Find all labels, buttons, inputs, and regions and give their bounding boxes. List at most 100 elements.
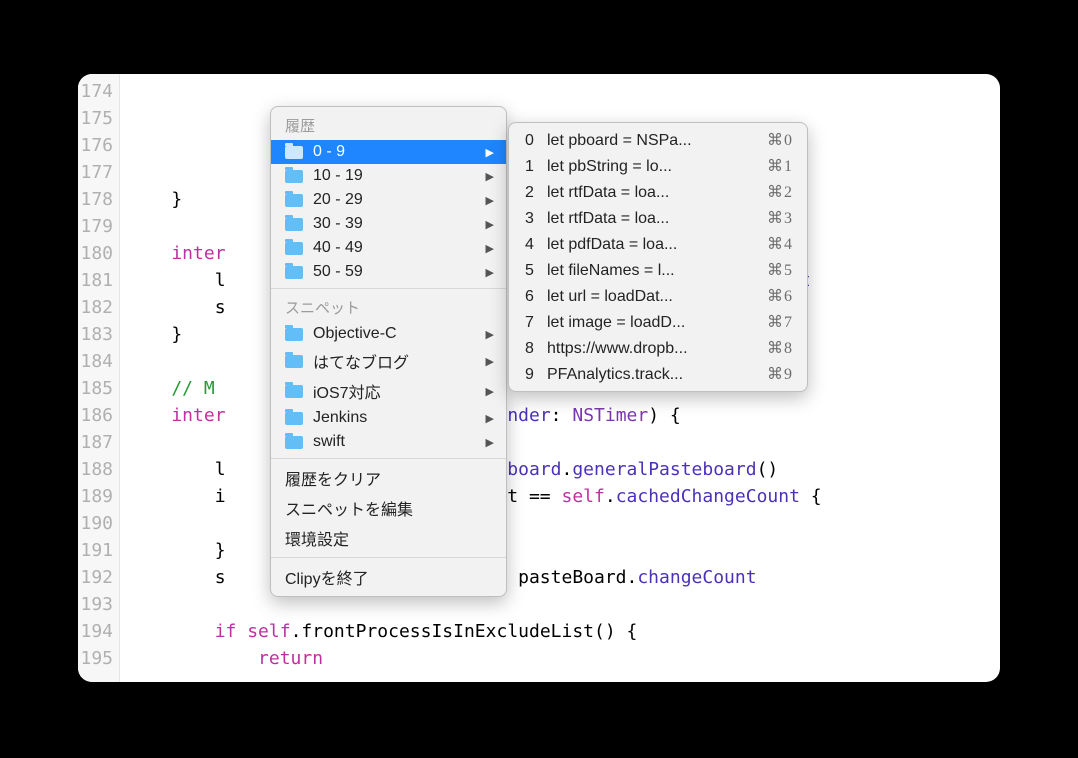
line-number: 177 [78,159,113,186]
chevron-right-icon: ▶ [486,355,494,368]
line-number: 178 [78,186,113,213]
menu-item-label: 10 - 19 [313,167,470,185]
menu-snippet-folder[interactable]: swift ▶ [271,430,506,454]
chevron-right-icon: ▶ [486,266,494,279]
folder-icon [285,170,303,183]
menu-item-label: 0 - 9 [313,143,470,161]
submenu-item[interactable]: 9 PFAnalytics.track... ⌘9 [509,361,807,387]
menu-separator [271,288,506,289]
submenu-index: 9 [525,366,539,384]
menu-snippet-folder[interactable]: iOS7対応 ▶ [271,376,506,406]
menu-separator [271,557,506,558]
line-number: 183 [78,321,113,348]
submenu-text: let url = loadDat... [547,288,759,306]
submenu-shortcut: ⌘8 [767,338,793,358]
menu-history-range[interactable]: 10 - 19 ▶ [271,164,506,188]
line-number: 190 [78,510,113,537]
submenu-item[interactable]: 7let image = loadD...⌘7 [509,309,807,335]
chevron-right-icon: ▶ [486,328,494,341]
folder-icon [285,242,303,255]
submenu-text: let pbString = lo... [547,158,759,176]
menu-history-range[interactable]: 30 - 39▶ [271,212,506,236]
menu-item-label: 30 - 39 [313,215,470,233]
submenu-index: 5 [525,262,539,280]
submenu-item[interactable]: 4 let pdfData = loa... ⌘4 [509,231,807,257]
menu-section-history: 履歴 [271,111,506,140]
submenu-item[interactable]: 6let url = loadDat...⌘6 [509,283,807,309]
submenu-item[interactable]: 0let pboard = NSPa...⌘0 [509,127,807,153]
menu-edit-snippets[interactable]: スニペットを編集 [271,493,506,523]
submenu-text: let rtfData = loa... [547,184,759,202]
submenu-shortcut: ⌘4 [767,234,793,254]
submenu-index: 7 [525,314,539,332]
line-number: 179 [78,213,113,240]
submenu-text: let rtfData = loa... [547,210,759,228]
editor-window: 1741751761771781791801811821831841851861… [78,74,1000,682]
folder-icon [285,266,303,279]
menu-snippet-folder[interactable]: はてなブログ ▶ [271,346,506,376]
submenu-item[interactable]: 3let rtfData = loa...⌘3 [509,205,807,231]
clipy-menu: 履歴 0 - 9▶10 - 19▶20 - 29▶30 - 39▶40 - 49… [270,106,507,597]
submenu-shortcut: ⌘5 [767,260,793,280]
submenu-item[interactable]: 5 let fileNames = l... ⌘5 [509,257,807,283]
line-number: 181 [78,267,113,294]
line-number: 187 [78,429,113,456]
line-number: 188 [78,456,113,483]
menu-section-snippets: スニペット [271,293,506,322]
submenu-shortcut: ⌘2 [767,182,793,202]
line-number: 185 [78,375,113,402]
menu-item-label: 20 - 29 [313,191,470,209]
chevron-right-icon: ▶ [486,242,494,255]
line-number: 175 [78,105,113,132]
submenu-item[interactable]: 8 https://www.dropb... ⌘8 [509,335,807,361]
menu-quit[interactable]: Clipyを終了 [271,562,506,592]
folder-icon [285,194,303,207]
chevron-right-icon: ▶ [486,194,494,207]
submenu-shortcut: ⌘1 [767,156,793,176]
menu-item-label: swift [313,433,470,451]
submenu-index: 4 [525,236,539,254]
chevron-right-icon: ▶ [486,170,494,183]
menu-item-label: はてなブログ [313,349,470,373]
menu-history-range[interactable]: 40 - 49 ▶ [271,236,506,260]
line-number: 186 [78,402,113,429]
submenu-index: 1 [525,158,539,176]
menu-history-range[interactable]: 20 - 29 ▶ [271,188,506,212]
line-number: 189 [78,483,113,510]
folder-icon [285,146,303,159]
line-number: 184 [78,348,113,375]
folder-icon [285,412,303,425]
menu-item-label: Objective-C [313,325,470,343]
menu-separator [271,458,506,459]
submenu-index: 8 [525,340,539,358]
submenu-text: https://www.dropb... [547,340,759,358]
folder-icon [285,218,303,231]
menu-item-label: 40 - 49 [313,239,470,257]
submenu-index: 0 [525,132,539,150]
submenu-shortcut: ⌘9 [767,364,793,384]
menu-history-range[interactable]: 0 - 9▶ [271,140,506,164]
menu-clear-history[interactable]: 履歴をクリア [271,463,506,493]
submenu-text: PFAnalytics.track... [547,366,759,384]
submenu-shortcut: ⌘3 [767,208,793,228]
submenu-item[interactable]: 2let rtfData = loa...⌘2 [509,179,807,205]
chevron-right-icon: ▶ [486,385,494,398]
chevron-right-icon: ▶ [486,412,494,425]
menu-item-label: 50 - 59 [313,263,470,281]
submenu-item[interactable]: 1 let pbString = lo... ⌘1 [509,153,807,179]
submenu-text: let pdfData = loa... [547,236,759,254]
menu-snippet-folder[interactable]: Jenkins▶ [271,406,506,430]
line-number: 195 [78,645,113,672]
chevron-right-icon: ▶ [486,436,494,449]
menu-item-label: iOS7対応 [313,379,470,403]
submenu-text: let fileNames = l... [547,262,759,280]
line-number: 180 [78,240,113,267]
line-number: 192 [78,564,113,591]
menu-history-range[interactable]: 50 - 59 ▶ [271,260,506,284]
line-number: 182 [78,294,113,321]
submenu-shortcut: ⌘0 [767,130,793,150]
menu-prefs[interactable]: 環境設定 [271,523,506,553]
line-number: 193 [78,591,113,618]
line-number: 194 [78,618,113,645]
menu-snippet-folder[interactable]: Objective-C ▶ [271,322,506,346]
